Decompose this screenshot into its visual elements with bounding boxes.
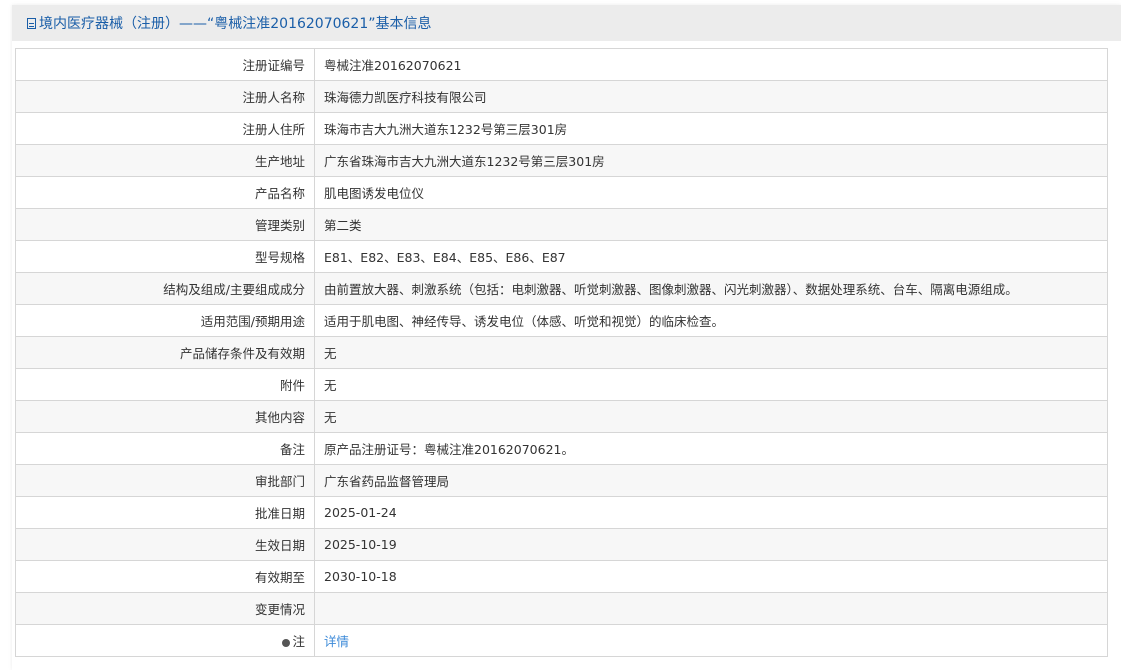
field-value: 第二类	[314, 208, 1108, 241]
table-row: 备注 原产品注册证号：粤械注准20162070621。	[15, 432, 1108, 465]
table-row: 有效期至 2030-10-18	[15, 560, 1108, 593]
field-value: 无	[314, 400, 1108, 433]
field-value: 适用于肌电图、神经传导、诱发电位（体感、听觉和视觉）的临床检查。	[314, 304, 1108, 337]
field-value: 2025-01-24	[314, 496, 1108, 529]
field-value: 原产品注册证号：粤械注准20162070621。	[314, 432, 1108, 465]
field-value	[314, 592, 1108, 625]
field-label: 产品储存条件及有效期	[15, 336, 315, 369]
table-row-note: 注 详情	[15, 624, 1108, 657]
field-value: 广东省药品监督管理局	[314, 464, 1108, 497]
field-value: 粤械注准20162070621	[314, 48, 1108, 81]
field-label: 生效日期	[15, 528, 315, 561]
table-row: 生效日期 2025-10-19	[15, 528, 1108, 561]
table-row: 附件无	[15, 368, 1108, 401]
field-label: 管理类别	[15, 208, 315, 241]
field-label: 变更情况	[15, 592, 315, 625]
field-value: 详情	[314, 624, 1108, 657]
table-row: 型号规格 E81、E82、E83、E84、E85、E86、E87	[15, 240, 1108, 273]
field-value: 由前置放大器、刺激系统（包括：电刺激器、听觉刺激器、图像刺激器、闪光刺激器）、数…	[314, 272, 1108, 305]
field-value: 2030-10-18	[314, 560, 1108, 593]
table-row: 产品名称 肌电图诱发电位仪	[15, 176, 1108, 209]
field-label: 注册人名称	[15, 80, 315, 113]
field-value: 无	[314, 336, 1108, 369]
table-row: 生产地址 广东省珠海市吉大九洲大道东1232号第三层301房	[15, 144, 1108, 177]
field-value: 广东省珠海市吉大九洲大道东1232号第三层301房	[314, 144, 1108, 177]
table-row: 批准日期 2025-01-24	[15, 496, 1108, 529]
table-row: 管理类别 第二类	[15, 208, 1108, 241]
field-label: 结构及组成/主要组成成分	[15, 272, 315, 305]
field-label: 型号规格	[15, 240, 315, 273]
note-label: 注	[292, 634, 305, 649]
document-icon	[27, 17, 36, 29]
field-label: 注册人住所	[15, 112, 315, 145]
field-label: 注	[15, 624, 315, 657]
table-row: 注册证编号 粤械注准20162070621	[15, 48, 1108, 81]
field-value: 珠海德力凯医疗科技有限公司	[314, 80, 1108, 113]
field-label: 产品名称	[15, 176, 315, 209]
info-table: 注册证编号 粤械注准20162070621 注册人名称 珠海德力凯医疗科技有限公司 注册…	[15, 48, 1108, 657]
field-label: 生产地址	[15, 144, 315, 177]
field-value: E81、E82、E83、E84、E85、E86、E87	[314, 240, 1108, 273]
table-row: 注册人住所 珠海市吉大九洲大道东1232号第三层301房	[15, 112, 1108, 145]
field-label: 其他内容	[15, 400, 315, 433]
table-row: 注册人名称 珠海德力凯医疗科技有限公司	[15, 80, 1108, 113]
table-row: 变更情况	[15, 592, 1108, 625]
table-row: 结构及组成/主要组成成分 由前置放大器、刺激系统（包括：电刺激器、听觉刺激器、图像…	[15, 272, 1108, 305]
field-value: 无	[314, 368, 1108, 401]
page-title: 境内医疗器械（注册）——“粤械注准20162070621”基本信息	[39, 16, 432, 32]
details-link[interactable]: 详情	[324, 634, 349, 649]
table-row: 适用范围/预期用途 适用于肌电图、神经传导、诱发电位（体感、听觉和视觉）的临床检查…	[15, 304, 1108, 337]
table-row: 其他内容无	[15, 400, 1108, 433]
field-label: 批准日期	[15, 496, 315, 529]
field-label: 审批部门	[15, 464, 315, 497]
page-header: 境内医疗器械（注册）——“粤械注准20162070621”基本信息	[12, 5, 1121, 41]
pin-icon	[282, 638, 291, 647]
field-label: 备注	[15, 432, 315, 465]
field-label: 附件	[15, 368, 315, 401]
table-row: 产品储存条件及有效期无	[15, 336, 1108, 369]
field-label: 有效期至	[15, 560, 315, 593]
field-value: 肌电图诱发电位仪	[314, 176, 1108, 209]
field-label: 适用范围/预期用途	[15, 304, 315, 337]
table-row: 审批部门 广东省药品监督管理局	[15, 464, 1108, 497]
field-value: 2025-10-19	[314, 528, 1108, 561]
field-label: 注册证编号	[15, 48, 315, 81]
field-value: 珠海市吉大九洲大道东1232号第三层301房	[314, 112, 1108, 145]
